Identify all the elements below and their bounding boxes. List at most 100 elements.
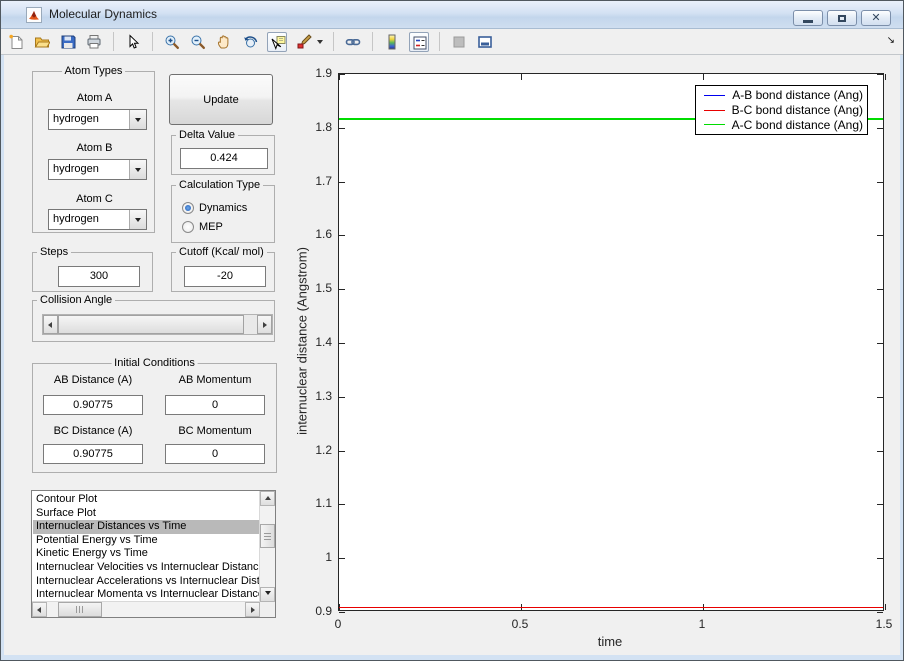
insert-legend-icon xyxy=(411,34,429,52)
window-frame-right xyxy=(900,55,903,660)
data-cursor-icon xyxy=(269,34,287,52)
legend-row: A-B bond distance (Ang) xyxy=(704,88,863,103)
atom-a-select[interactable]: hydrogen xyxy=(48,109,147,130)
y-tick xyxy=(877,289,883,291)
y-tick xyxy=(877,181,883,183)
collision-angle-panel: Collision Angle xyxy=(32,294,275,342)
open-folder-icon[interactable] xyxy=(33,33,51,51)
rotate-3d-icon[interactable] xyxy=(241,33,259,51)
list-item[interactable]: Internuclear Momenta vs Internuclear Dis… xyxy=(33,588,259,601)
scroll-right-arrow[interactable] xyxy=(245,602,260,617)
y-tick xyxy=(339,343,345,344)
cutoff-field[interactable]: -20 xyxy=(184,266,266,287)
atom-a-label: Atom A xyxy=(76,92,113,104)
ab-distance-label: AB Distance (A) xyxy=(53,374,133,386)
titlebar[interactable]: Molecular Dynamics ✕ xyxy=(1,1,903,29)
list-item[interactable]: Contour Plot xyxy=(33,493,259,507)
slider-left-arrow[interactable] xyxy=(43,315,58,334)
delta-value-field[interactable]: 0.424 xyxy=(180,148,268,169)
scroll-down-arrow[interactable] xyxy=(260,587,275,602)
y-tick xyxy=(877,558,883,560)
x-tick-label: 0 xyxy=(334,617,342,631)
toolbar-separator xyxy=(372,32,373,51)
chevron-down-icon[interactable] xyxy=(129,160,146,179)
ab-momentum-field[interactable]: 0 xyxy=(165,395,265,415)
legend-label: A-C bond distance (Ang) xyxy=(731,117,863,132)
list-item-selected[interactable]: Internuclear Distances vs Time xyxy=(33,520,259,534)
plot-legend[interactable]: A-B bond distance (Ang) B-C bond distance… xyxy=(695,85,868,135)
atom-c-select[interactable]: hydrogen xyxy=(48,209,147,230)
vertical-scroll-thumb[interactable] xyxy=(260,524,275,548)
toolbar-overflow-icon[interactable]: ↘ xyxy=(887,35,895,46)
vertical-scrollbar[interactable] xyxy=(259,491,275,602)
legend-line-sample xyxy=(704,94,726,96)
steps-field[interactable]: 300 xyxy=(58,266,140,287)
scrollbar-corner xyxy=(260,602,275,617)
horizontal-scroll-thumb[interactable] xyxy=(58,602,102,617)
mep-radio-label: MEP xyxy=(199,221,223,233)
zoom-in-icon[interactable] xyxy=(163,33,181,51)
atom-types-panel: Atom Types Atom A hydrogen Atom B hydrog… xyxy=(32,65,155,233)
horizontal-scrollbar[interactable] xyxy=(32,601,260,617)
list-item[interactable]: Kinetic Energy vs Time xyxy=(33,547,259,561)
close-button[interactable]: ✕ xyxy=(861,10,891,26)
matlab-logo-icon xyxy=(26,7,42,23)
bc-distance-field[interactable]: 0.90775 xyxy=(43,444,143,464)
pan-hand-icon[interactable] xyxy=(215,33,233,51)
y-tick-label: 1.1 xyxy=(315,496,332,511)
window-title: Molecular Dynamics xyxy=(49,7,158,21)
x-axis-label: time xyxy=(597,634,623,649)
x-tick xyxy=(521,74,522,80)
scroll-up-arrow[interactable] xyxy=(260,491,275,506)
listbox-items: Contour Plot Surface Plot Internuclear D… xyxy=(33,493,259,601)
y-tick xyxy=(877,235,883,237)
ab-distance-field[interactable]: 0.90775 xyxy=(43,395,143,415)
dock-figure-icon[interactable] xyxy=(476,33,494,51)
brush-icon[interactable] xyxy=(295,33,313,51)
link-plots-icon[interactable] xyxy=(344,33,362,51)
slider-thumb[interactable] xyxy=(58,315,244,334)
minimize-button[interactable] xyxy=(793,10,823,26)
zoom-out-icon[interactable] xyxy=(189,33,207,51)
restore-button[interactable] xyxy=(827,10,857,26)
atom-b-select[interactable]: hydrogen xyxy=(48,159,147,180)
y-tick-label: 1 xyxy=(325,550,332,565)
plot-area[interactable]: A-B bond distance (Ang) B-C bond distance… xyxy=(338,73,886,613)
update-button[interactable]: Update xyxy=(169,74,273,125)
panel-title: Calculation Type xyxy=(176,179,264,191)
scroll-left-arrow[interactable] xyxy=(32,602,47,617)
list-item[interactable]: Internuclear Accelerations vs Internucle… xyxy=(33,575,259,589)
series-line-1 xyxy=(339,606,883,609)
mep-radio[interactable]: MEP xyxy=(182,221,223,233)
new-file-icon[interactable] xyxy=(7,33,25,51)
slider-right-arrow[interactable] xyxy=(257,315,272,334)
window-frame-bottom[interactable] xyxy=(1,655,903,660)
steps-panel: Steps 300 xyxy=(32,246,153,292)
chevron-down-icon[interactable] xyxy=(129,210,146,229)
pointer-icon[interactable] xyxy=(124,33,142,51)
y-tick xyxy=(339,235,345,237)
list-item[interactable]: Potential Energy vs Time xyxy=(33,534,259,548)
y-tick xyxy=(339,127,345,129)
y-tick-label: 1.3 xyxy=(315,388,332,403)
plot-type-listbox[interactable]: Contour Plot Surface Plot Internuclear D… xyxy=(31,490,276,618)
chevron-down-icon[interactable] xyxy=(129,110,146,129)
dynamics-radio[interactable]: Dynamics xyxy=(182,202,247,214)
y-tick xyxy=(339,289,345,291)
window-controls: ✕ xyxy=(793,10,891,26)
brush-dropdown-icon[interactable] xyxy=(317,40,323,47)
collision-angle-slider[interactable] xyxy=(42,314,273,335)
save-icon[interactable] xyxy=(59,33,77,51)
insert-colorbar-icon[interactable] xyxy=(383,33,401,51)
dynamics-radio-label: Dynamics xyxy=(199,202,248,214)
atom-b-value: hydrogen xyxy=(53,163,99,175)
x-tick xyxy=(885,604,886,610)
cutoff-panel: Cutoff (Kcal/ mol) -20 xyxy=(171,246,275,292)
data-cursor-button[interactable] xyxy=(267,31,287,52)
toolbar xyxy=(1,29,903,55)
insert-legend-button[interactable] xyxy=(409,31,429,52)
bc-momentum-field[interactable]: 0 xyxy=(165,444,265,464)
list-item[interactable]: Internuclear Velocities vs Internuclear … xyxy=(33,561,259,575)
list-item[interactable]: Surface Plot xyxy=(33,507,259,521)
print-icon[interactable] xyxy=(85,33,103,51)
